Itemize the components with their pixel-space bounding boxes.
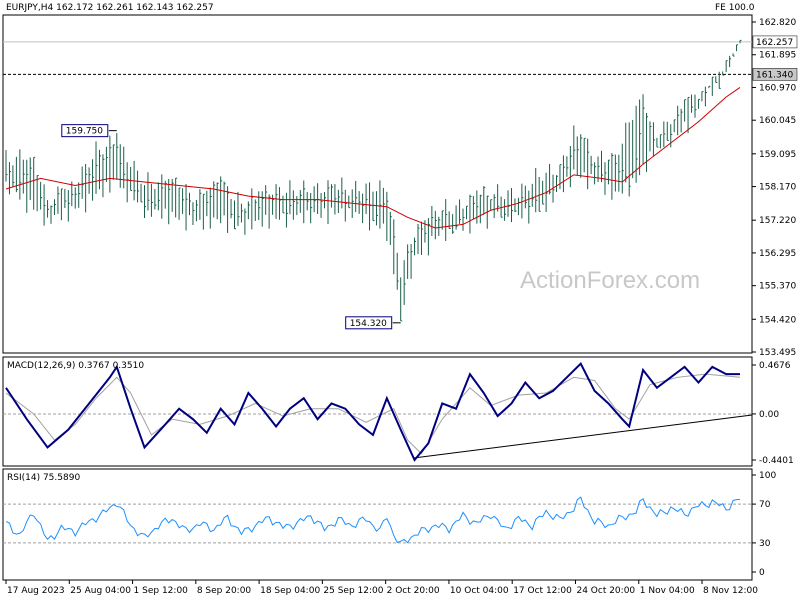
price-tick-label: 159.095 <box>759 150 796 160</box>
time-tick-label: 24 Oct 20:00 <box>576 586 635 596</box>
watermark: ActionForex.com <box>520 267 700 294</box>
price-tick-label: 160.970 <box>759 83 796 93</box>
time-tick-label: 8 Sep 20:00 <box>197 586 252 596</box>
time-tick-label: 17 Oct 12:00 <box>513 586 572 596</box>
macd-label: MACD(12,26,9) 0.3767 0.3510 <box>7 361 145 371</box>
price-tick-label: 160.045 <box>759 116 796 126</box>
price-tick-label: 156.295 <box>759 249 796 259</box>
price-tick-label: 158.170 <box>759 183 796 193</box>
fe-label: FE 100.0 <box>715 3 755 13</box>
time-tick-label: 17 Aug 2023 <box>7 586 65 596</box>
rsi-tick-label: 70 <box>759 500 771 510</box>
price-tick-label: 154.420 <box>759 315 796 325</box>
symbol-name: EURJPY,H4 <box>6 3 54 13</box>
price-tick-label: 153.495 <box>759 348 796 358</box>
time-tick-label: 25 Aug 04:00 <box>70 586 131 596</box>
time-tick-label: 1 Sep 12:00 <box>134 586 189 596</box>
annotation-label: 154.320 <box>350 319 387 329</box>
time-tick-label: 1 Nov 04:00 <box>640 586 695 596</box>
ohlc-values: 162.172 162.261 162.143 162.257 <box>56 3 214 13</box>
macd-tick-label: 0.4676 <box>759 361 791 371</box>
rsi-label: RSI(14) 75.5890 <box>7 473 81 483</box>
time-tick-label: 2 Oct 20:00 <box>387 586 440 596</box>
price-tick-label: 155.370 <box>759 282 796 292</box>
price-label: 162.257 <box>756 38 793 48</box>
time-tick-label: 25 Sep 12:00 <box>323 586 383 596</box>
time-tick-label: 10 Oct 04:00 <box>450 586 509 596</box>
price-chart: ActionForex.com 162.257 161.340 159.750 154… <box>0 0 800 600</box>
rsi-tick-label: 100 <box>759 471 776 481</box>
price-label: 161.340 <box>756 70 793 80</box>
macd-tick-label: -0.4401 <box>759 456 794 466</box>
price-tick-label: 162.820 <box>759 18 796 28</box>
rsi-tick-label: 0 <box>759 568 765 578</box>
annotation-label: 159.750 <box>66 127 103 137</box>
symbol-header: EURJPY,H4 162.172 162.261 162.143 162.25… <box>6 3 214 13</box>
time-tick-label: 8 Nov 12:00 <box>703 586 758 596</box>
macd-tick-label: 0.00 <box>759 410 779 420</box>
price-tick-label: 157.220 <box>759 216 796 226</box>
rsi-tick-label: 30 <box>759 539 771 549</box>
price-tick-label: 161.895 <box>759 51 796 61</box>
time-tick-label: 18 Sep 04:00 <box>260 586 320 596</box>
